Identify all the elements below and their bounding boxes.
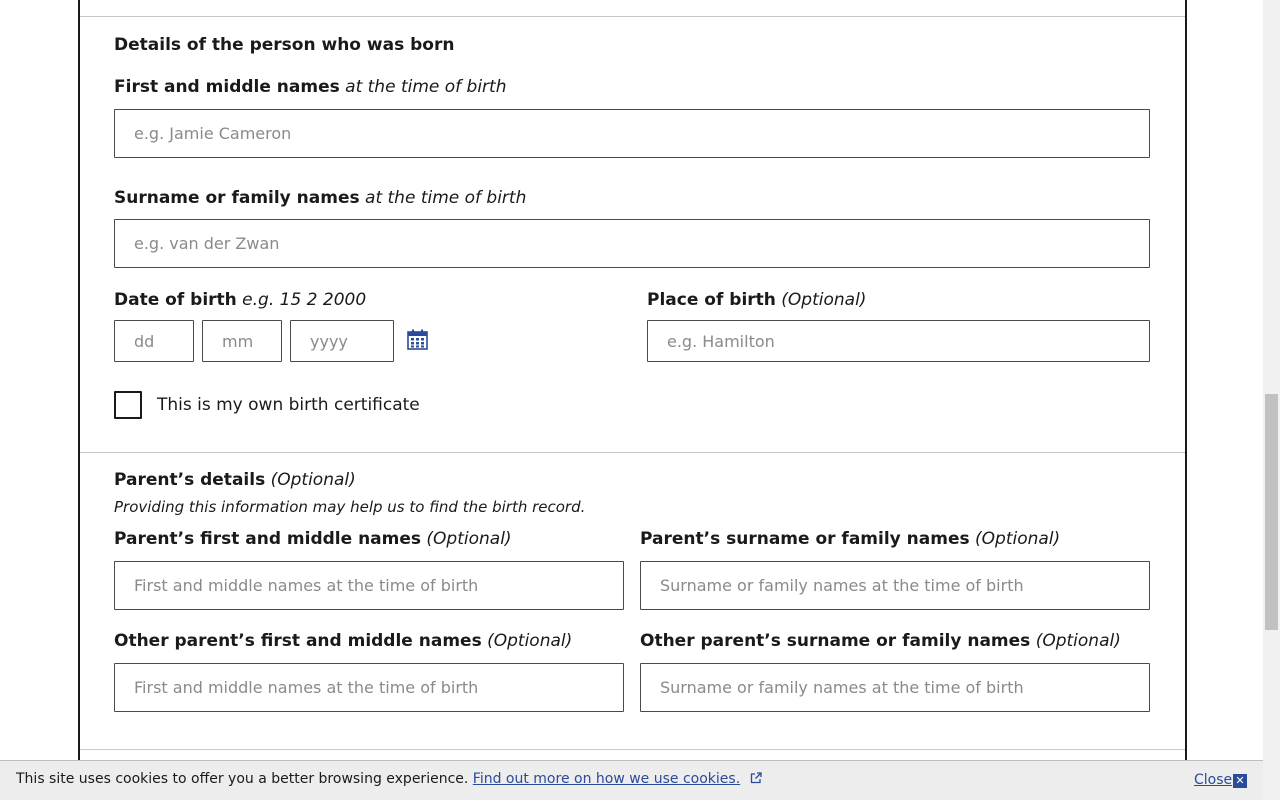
section-divider: [80, 452, 1185, 453]
calendar-icon[interactable]: [407, 329, 428, 350]
place-label: Place of birth (Optional): [647, 290, 866, 310]
other-parent-first-input[interactable]: [114, 663, 624, 712]
dob-label-text: Date of birth: [114, 290, 237, 310]
other-parent-first-hint: (Optional): [487, 631, 573, 651]
parents-helper-text: Providing this information may help us t…: [114, 498, 586, 516]
first-names-hint: at the time of birth: [345, 77, 507, 97]
parents-title-text: Parent’s details: [114, 470, 266, 490]
surname-label-text: Surname or family names: [114, 188, 360, 208]
other-parent-surname-label: Other parent’s surname or family names (…: [640, 631, 1121, 651]
other-parent-surname-hint: (Optional): [1035, 631, 1121, 651]
external-link-icon: [750, 772, 762, 784]
close-icon[interactable]: ✕: [1233, 774, 1247, 788]
place-input[interactable]: [647, 320, 1150, 362]
parent-first-label: Parent’s first and middle names (Optiona…: [114, 529, 512, 549]
dob-label: Date of birth e.g. 15 2 2000: [114, 290, 366, 310]
cookie-banner: This site uses cookies to offer you a be…: [0, 760, 1263, 800]
cookie-message: This site uses cookies to offer you a be…: [16, 771, 762, 787]
dob-day-input[interactable]: [114, 320, 194, 362]
page-scrollbar[interactable]: [1263, 0, 1280, 800]
parent-surname-hint: (Optional): [975, 529, 1061, 549]
place-label-text: Place of birth: [647, 290, 776, 310]
section-title-parents: Parent’s details (Optional): [114, 470, 356, 490]
place-hint: (Optional): [781, 290, 867, 310]
surname-label: Surname or family names at the time of b…: [114, 188, 526, 208]
parents-title-hint: (Optional): [270, 470, 356, 490]
parent-first-label-text: Parent’s first and middle names: [114, 529, 422, 549]
section-divider: [80, 16, 1185, 17]
dob-hint: e.g. 15 2 2000: [242, 290, 367, 310]
other-parent-surname-label-text: Other parent’s surname or family names: [640, 631, 1031, 651]
surname-input[interactable]: [114, 219, 1150, 268]
own-certificate-checkbox[interactable]: [114, 391, 142, 419]
first-names-input[interactable]: [114, 109, 1150, 158]
parent-surname-label: Parent’s surname or family names (Option…: [640, 529, 1060, 549]
dob-year-input[interactable]: [290, 320, 394, 362]
first-names-label-text: First and middle names: [114, 77, 340, 97]
parent-surname-label-text: Parent’s surname or family names: [640, 529, 970, 549]
dob-month-input[interactable]: [202, 320, 282, 362]
parent-surname-input[interactable]: [640, 561, 1150, 610]
parent-first-hint: (Optional): [426, 529, 512, 549]
first-names-label: First and middle names at the time of bi…: [114, 77, 507, 97]
cookie-close-link[interactable]: Close: [1194, 772, 1232, 788]
surname-hint: at the time of birth: [365, 188, 527, 208]
other-parent-first-label: Other parent’s first and middle names (O…: [114, 631, 572, 651]
section-title-born: Details of the person who was born: [114, 35, 455, 55]
cookie-text: This site uses cookies to offer you a be…: [16, 771, 469, 787]
section-divider: [80, 749, 1185, 750]
other-parent-first-label-text: Other parent’s first and middle names: [114, 631, 482, 651]
scrollbar-thumb[interactable]: [1265, 394, 1278, 630]
parent-first-input[interactable]: [114, 561, 624, 610]
own-certificate-label[interactable]: This is my own birth certificate: [157, 395, 420, 415]
other-parent-surname-input[interactable]: [640, 663, 1150, 712]
cookie-info-link[interactable]: Find out more on how we use cookies.: [473, 771, 740, 787]
